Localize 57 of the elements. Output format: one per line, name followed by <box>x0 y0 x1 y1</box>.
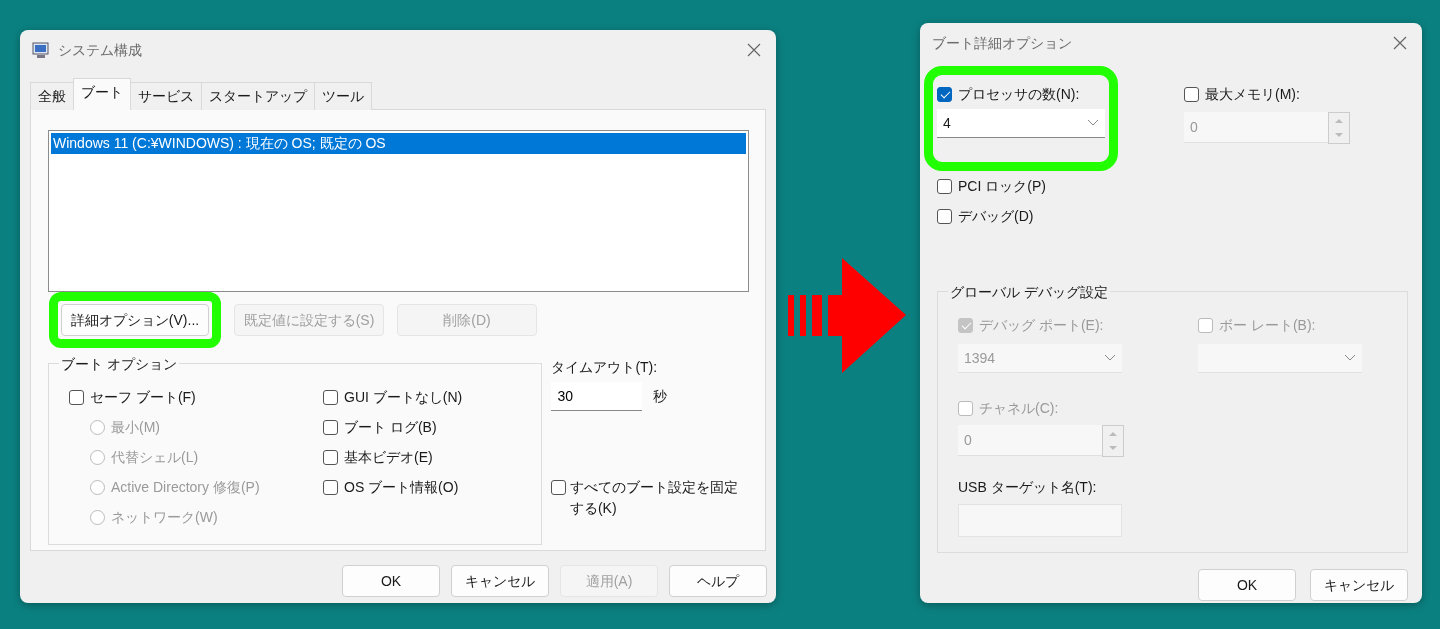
option-label: ボー レート(B): <box>1219 315 1316 335</box>
option-label: 最大メモリ(M): <box>1205 84 1300 104</box>
computer-icon <box>32 41 50 59</box>
tab[interactable]: 全般 <box>30 82 74 110</box>
checkbox[interactable] <box>323 449 338 465</box>
dropdown-value: 1394 <box>964 348 996 368</box>
button: 適用(A) <box>560 565 658 597</box>
option-label: 最小(M) <box>111 417 160 437</box>
option-label: チャネル(C): <box>979 398 1059 418</box>
button[interactable]: OK <box>342 565 440 597</box>
input-field: 0 <box>958 425 1102 456</box>
chevron-icon <box>1087 119 1099 127</box>
option-label: OS ブート情報(O) <box>344 477 459 497</box>
checkbox[interactable] <box>937 178 952 194</box>
option-label: Active Directory 修復(P) <box>111 477 260 497</box>
window-title: システム構成 <box>58 40 142 60</box>
input-field: 0 <box>1184 112 1328 143</box>
option-label: ブート ログ(B) <box>344 417 437 437</box>
tab[interactable]: サービス <box>130 82 202 110</box>
button: 既定値に設定する(S) <box>234 304 384 336</box>
option-label: すべてのブート設定を固定する(K) <box>569 478 739 518</box>
dropdown[interactable]: 4 <box>937 109 1105 138</box>
field-label: タイムアウト(T): <box>551 358 659 377</box>
input-field[interactable]: 30 <box>551 382 643 411</box>
option-label: GUI ブートなし(N) <box>344 387 463 407</box>
checkbox[interactable] <box>1184 86 1199 102</box>
chevron-icon <box>1344 354 1356 362</box>
option-label: プロセッサの数(N): <box>958 84 1080 104</box>
option-label: 代替シェル(L) <box>111 447 199 467</box>
checkbox[interactable] <box>323 479 338 495</box>
tab[interactable]: スタートアップ <box>201 82 315 110</box>
option-label: PCI ロック(P) <box>958 176 1046 196</box>
checkbox[interactable] <box>323 419 338 435</box>
button[interactable]: キャンセル <box>451 565 549 597</box>
checkbox[interactable] <box>69 389 84 405</box>
button[interactable]: 詳細オプション(V)... <box>61 304 209 336</box>
checkbox[interactable] <box>551 480 567 495</box>
field-label: USB ターゲット名(T): <box>958 478 1098 497</box>
button: 削除(D) <box>397 304 537 336</box>
option-label: セーフ ブート(F) <box>90 387 196 407</box>
checkbox[interactable] <box>937 208 952 224</box>
option-label: ネットワーク(W) <box>111 507 218 527</box>
list-item[interactable]: Windows 11 (C:¥WINDOWS) : 現在の OS; 既定の OS <box>51 133 746 154</box>
tab[interactable]: ブート <box>73 78 131 110</box>
chevron-icon <box>1104 354 1116 362</box>
button[interactable]: OK <box>1198 569 1296 601</box>
window-title: ブート詳細オプション <box>932 33 1072 53</box>
tab[interactable]: ツール <box>314 82 372 110</box>
dropdown-value: 4 <box>943 113 951 133</box>
checkbox[interactable] <box>323 389 338 405</box>
checkbox[interactable] <box>937 86 952 102</box>
button[interactable]: キャンセル <box>1310 569 1408 601</box>
option-label: デバッグ(D) <box>958 206 1034 226</box>
unit-label: 秒 <box>652 387 667 406</box>
option-label: 基本ビデオ(E) <box>344 447 433 467</box>
option-label: デバッグ ポート(E): <box>979 315 1104 335</box>
button[interactable]: ヘルプ <box>669 565 767 597</box>
